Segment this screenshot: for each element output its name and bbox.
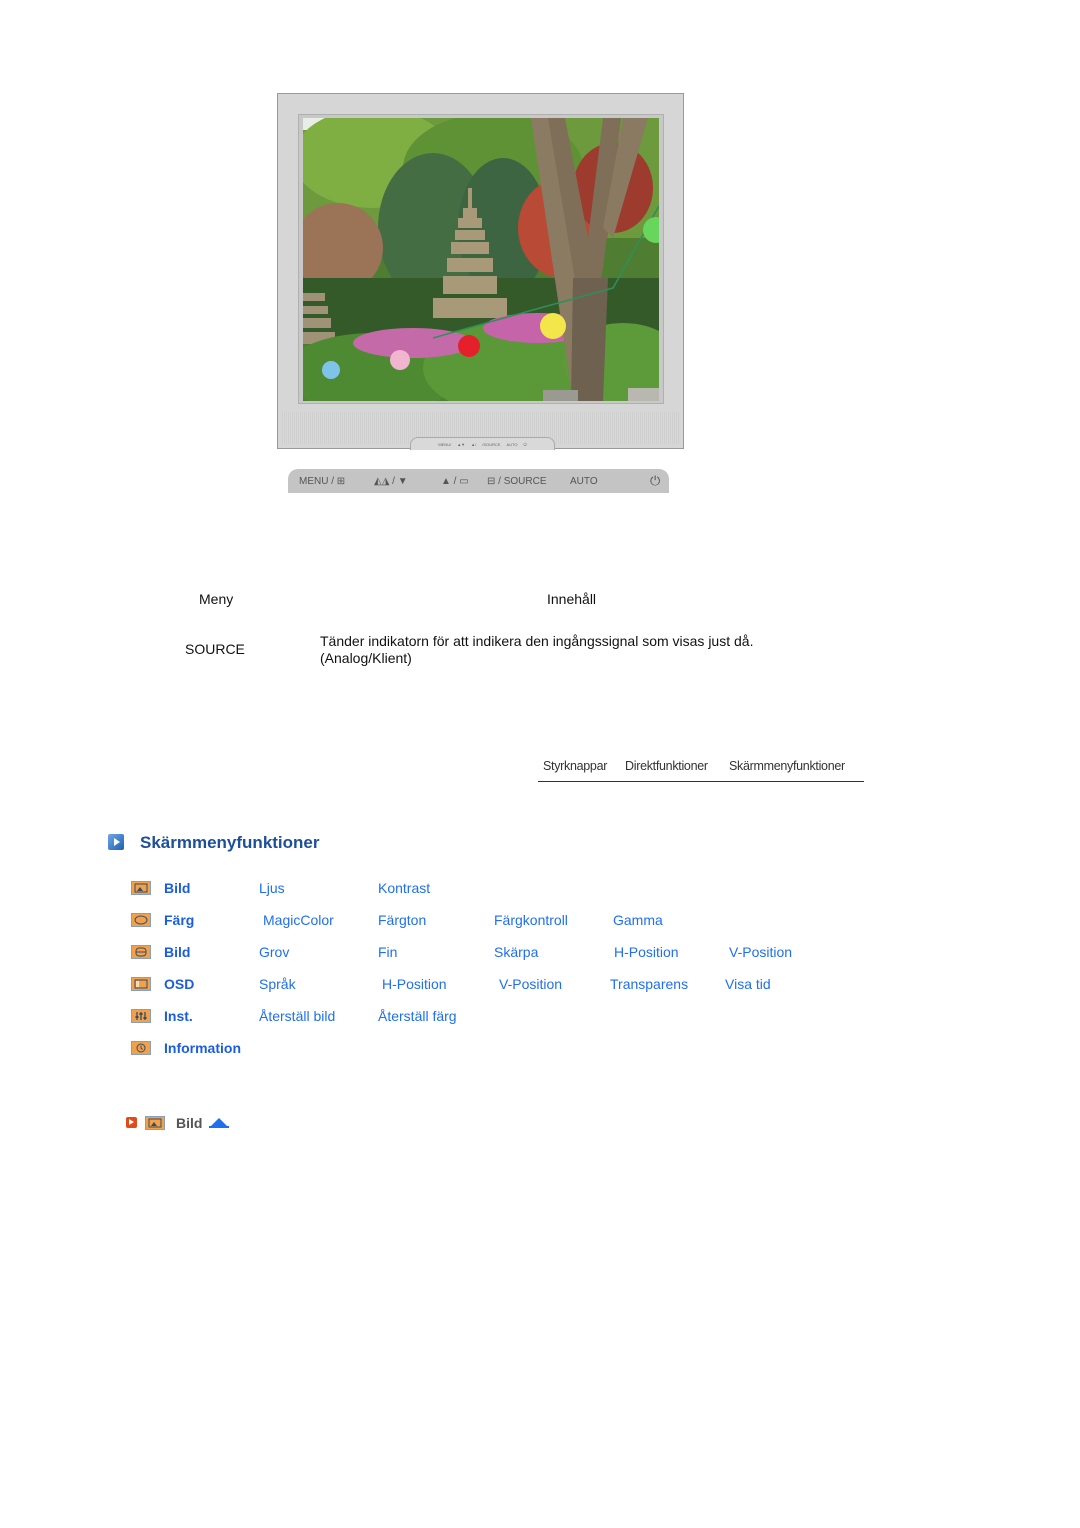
red-arrow-icon <box>126 1117 137 1128</box>
monitor-mini-control-panel: MENU/ ▲▼ ▲/ /SOURCE AUTO ⏻ <box>410 437 555 450</box>
mini-adjust-label: ▲▼ <box>457 441 466 447</box>
mini-source-label: /SOURCE <box>482 441 501 447</box>
image-position-icon <box>131 945 151 959</box>
control-button-strip: MENU / ⊞ ◭◮ / ▼ ▲ / ▭ ⊟ / SOURCE AUTO ⏻ <box>288 469 669 493</box>
menu-item-visa-tid[interactable]: Visa tid <box>725 976 771 992</box>
osd-icon <box>131 977 151 991</box>
table-header-menu: Meny <box>199 591 234 607</box>
back-to-top-icon[interactable] <box>209 1117 229 1128</box>
menu-item-fin[interactable]: Fin <box>378 944 397 960</box>
red-lantern <box>458 335 480 357</box>
menu-category-inst[interactable]: Inst. <box>164 1008 193 1024</box>
menu-category-farg[interactable]: Färg <box>164 912 194 928</box>
pink-lantern <box>390 350 410 370</box>
section-title: Skärmmenyfunktioner <box>140 833 320 852</box>
table-cell-menu: SOURCE <box>185 641 245 657</box>
picture-icon <box>145 1116 165 1130</box>
setup-icon <box>131 1009 151 1023</box>
mini-auto-label: AUTO <box>506 441 518 447</box>
table-header-content: Innehåll <box>547 591 597 607</box>
menu-item-magiccolor[interactable]: MagicColor <box>263 912 334 928</box>
menu-item-v-position[interactable]: V-Position <box>729 944 792 960</box>
table-cell-content-line1: Tänder indikatorn för att indikera den i… <box>320 633 754 649</box>
monitor-bezel <box>298 114 664 404</box>
menu-item-aterstall-bild[interactable]: Återställ bild <box>259 1008 335 1024</box>
menu-item-gamma[interactable]: Gamma <box>613 912 663 928</box>
menu-item-kontrast[interactable]: Kontrast <box>378 880 430 896</box>
garden-photo <box>303 118 659 401</box>
section-arrow-icon <box>108 834 124 850</box>
power-icon[interactable]: ⏻ <box>650 473 660 489</box>
menu-item-transparens[interactable]: Transparens <box>610 976 688 992</box>
brightness-down-button[interactable]: ◭◮ / ▼ <box>374 476 408 487</box>
color-icon <box>131 913 151 927</box>
source-button[interactable]: ⊟ / SOURCE <box>487 476 547 487</box>
monitor-illustration: MENU/ ▲▼ ▲/ /SOURCE AUTO ⏻ <box>277 93 684 450</box>
up-button[interactable]: ▲ / ▭ <box>441 476 469 487</box>
information-icon <box>131 1041 151 1055</box>
yellow-lantern <box>540 313 566 339</box>
tab-styrknappar[interactable]: Styrknappar <box>543 759 607 773</box>
menu-item-osd-v-position[interactable]: V-Position <box>499 976 562 992</box>
menu-category-information[interactable]: Information <box>164 1040 241 1056</box>
blue-lantern <box>322 361 340 379</box>
menu-category-bild[interactable]: Bild <box>164 880 190 896</box>
menu-category-osd[interactable]: OSD <box>164 976 194 992</box>
auto-button[interactable]: AUTO <box>570 476 598 487</box>
menu-category-bild-image[interactable]: Bild <box>164 944 190 960</box>
menu-item-ljus[interactable]: Ljus <box>259 880 285 896</box>
tab-direktfunktioner[interactable]: Direktfunktioner <box>625 759 708 773</box>
footer-bild-label: Bild <box>176 1115 203 1131</box>
menu-button[interactable]: MENU / ⊞ <box>299 476 345 487</box>
menu-item-h-position[interactable]: H-Position <box>614 944 679 960</box>
tab-skarmmenyfunktioner[interactable]: Skärmmenyfunktioner <box>729 759 845 773</box>
menu-item-fargkontroll[interactable]: Färgkontroll <box>494 912 568 928</box>
picture-icon <box>131 881 151 895</box>
menu-item-sprak[interactable]: Språk <box>259 976 296 992</box>
mini-menu-label: MENU/ <box>438 441 452 447</box>
section-tabs: Styrknappar Direktfunktioner Skärmmenyfu… <box>538 757 864 782</box>
mini-up-label: ▲/ <box>471 441 477 447</box>
menu-item-osd-h-position[interactable]: H-Position <box>382 976 447 992</box>
table-cell-content-line2: (Analog/Klient) <box>320 650 412 666</box>
menu-item-fargton[interactable]: Färgton <box>378 912 426 928</box>
mini-power-icon: ⏻ <box>523 441 527 447</box>
menu-item-skarpa[interactable]: Skärpa <box>494 944 538 960</box>
monitor-screen-photo <box>303 118 659 401</box>
menu-item-aterstall-farg[interactable]: Återställ färg <box>378 1008 457 1024</box>
menu-item-grov[interactable]: Grov <box>259 944 289 960</box>
